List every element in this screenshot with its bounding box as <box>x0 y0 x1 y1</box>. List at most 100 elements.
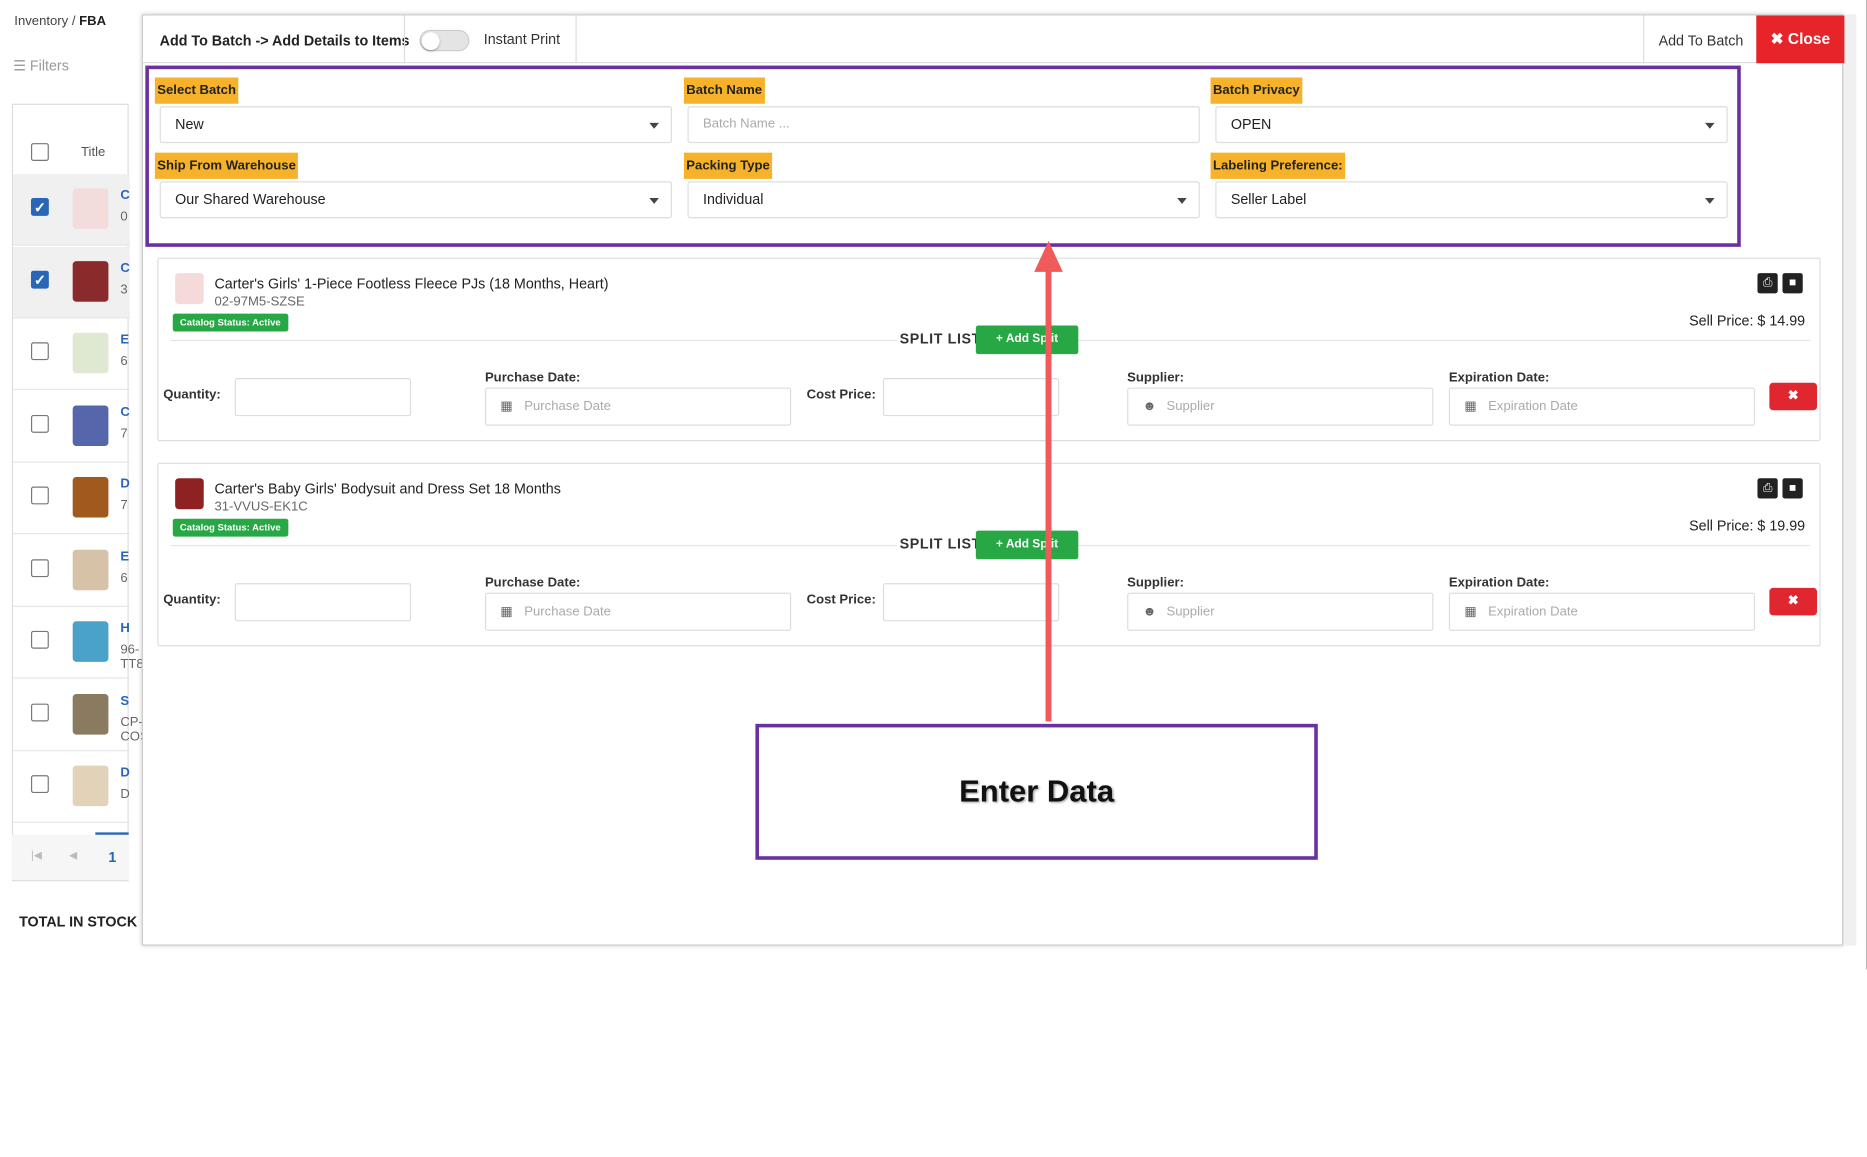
remove-split-button[interactable]: ✖ <box>1769 382 1818 411</box>
row-title[interactable]: C <box>120 188 129 202</box>
split-list-label: SPLIT LIST <box>897 330 984 348</box>
trash-icon[interactable]: ■ <box>1782 273 1803 294</box>
item-thumbnail <box>175 273 204 305</box>
remove-split-button[interactable]: ✖ <box>1769 587 1818 616</box>
expiration-date-label: Expiration Date: <box>1448 575 1550 591</box>
annotation-box: Enter Data <box>755 723 1318 860</box>
modal-scrollbar[interactable] <box>1844 14 1857 946</box>
table-row[interactable]: ✓ C 3 <box>13 246 130 318</box>
header-divider <box>1643 15 1645 64</box>
batch-name-input[interactable]: Batch Name ... <box>687 106 1200 144</box>
purchase-date-label: Purchase Date: <box>484 575 581 591</box>
trash-icon[interactable]: ■ <box>1782 478 1803 499</box>
row-checkbox[interactable] <box>30 486 49 505</box>
purchase-date-placeholder: Purchase Date <box>524 604 611 619</box>
row-sku: 7 <box>120 426 128 441</box>
close-icon: ✖ <box>1770 29 1784 48</box>
row-checkbox[interactable]: ✓ <box>30 270 49 288</box>
table-row[interactable]: D7 <box>13 463 130 535</box>
add-to-batch-button[interactable]: Add To Batch <box>1659 32 1744 49</box>
quantity-input[interactable] <box>234 583 412 622</box>
row-checkbox[interactable] <box>30 702 49 721</box>
select-batch-dropdown[interactable]: New <box>159 106 673 144</box>
expiration-date-input[interactable]: ▦ Expiration Date <box>1448 592 1756 631</box>
row-title[interactable]: C <box>120 405 129 419</box>
row-checkbox[interactable]: ✓ <box>30 197 49 216</box>
row-title[interactable]: H <box>120 621 129 635</box>
product-thumbnail <box>72 477 109 518</box>
item-card: Carter's Baby Girls' Bodysuit and Dress … <box>157 462 1821 647</box>
close-label: Close <box>1787 29 1831 48</box>
product-thumbnail <box>72 693 109 734</box>
table-row[interactable]: E6 <box>13 535 130 607</box>
supplier-input[interactable]: ☻ Supplier <box>1127 387 1434 426</box>
row-title[interactable]: S <box>120 693 129 707</box>
row-checkbox[interactable] <box>30 775 49 794</box>
close-button[interactable]: ✖ Close <box>1756 15 1845 64</box>
quantity-label: Quantity: <box>163 592 221 607</box>
ship-from-dropdown[interactable]: Our Shared Warehouse <box>159 181 673 219</box>
item-title: Carter's Baby Girls' Bodysuit and Dress … <box>214 480 561 498</box>
product-thumbnail <box>72 332 109 374</box>
batch-privacy-dropdown[interactable]: OPEN <box>1215 106 1728 144</box>
table-row[interactable]: DD <box>13 751 130 823</box>
filters-label: Filters <box>29 57 69 74</box>
labeling-preference-label: Labeling Preference: <box>1210 152 1345 179</box>
packing-type-value: Individual <box>702 190 764 208</box>
purchase-date-input[interactable]: ▦ Purchase Date <box>484 387 792 426</box>
annotation-text: Enter Data <box>959 772 1115 809</box>
supplier-input[interactable]: ☻ Supplier <box>1127 592 1434 631</box>
close-icon: ✖ <box>1787 388 1799 404</box>
table-row[interactable]: H 96-TT8X- <box>13 607 157 679</box>
select-all-checkbox[interactable] <box>30 143 49 161</box>
breadcrumb-parent[interactable]: Inventory <box>14 14 68 28</box>
chevron-down-icon <box>649 197 659 204</box>
quantity-input[interactable] <box>234 378 412 417</box>
expiration-date-input[interactable]: ▦ Expiration Date <box>1448 387 1756 426</box>
table-row[interactable]: ✓ C 0 <box>13 174 130 246</box>
menu-icon: ☰ <box>13 57 26 74</box>
row-title[interactable]: D <box>120 477 129 491</box>
instant-print-toggle[interactable] <box>419 29 470 52</box>
chevron-down-icon <box>1705 197 1715 204</box>
purchase-date-placeholder: Purchase Date <box>524 399 611 414</box>
item-card: Carter's Girls' 1-Piece Footless Fleece … <box>157 257 1821 442</box>
batch-privacy-value: OPEN <box>1230 115 1272 133</box>
calendar-icon: ▦ <box>1464 604 1477 619</box>
row-checkbox[interactable] <box>30 342 49 361</box>
product-thumbnail <box>72 549 109 590</box>
row-title[interactable]: E <box>120 333 129 347</box>
row-sku: D <box>120 787 130 802</box>
row-checkbox[interactable] <box>30 630 49 649</box>
supplier-placeholder: Supplier <box>1166 604 1215 619</box>
packing-type-dropdown[interactable]: Individual <box>687 181 1200 219</box>
page-number[interactable]: 1 <box>108 849 116 866</box>
purchase-date-input[interactable]: ▦ Purchase Date <box>484 592 792 631</box>
print-icon[interactable]: ⎙ <box>1757 478 1778 499</box>
split-list-label: SPLIT LIST <box>897 535 984 553</box>
row-title[interactable]: E <box>120 549 129 563</box>
first-page-icon[interactable]: |◀ <box>31 849 42 862</box>
item-thumbnail <box>175 478 204 510</box>
cost-price-label: Cost Price: <box>806 387 876 402</box>
prev-page-icon[interactable]: ◀ <box>69 849 77 862</box>
annotation-arrow <box>1034 240 1063 722</box>
row-title[interactable]: C <box>120 261 129 275</box>
chevron-down-icon <box>649 122 659 129</box>
calendar-icon: ▦ <box>500 399 513 414</box>
print-icon[interactable]: ⎙ <box>1757 273 1778 294</box>
labeling-preference-dropdown[interactable]: Seller Label <box>1215 181 1728 219</box>
ship-from-value: Our Shared Warehouse <box>175 190 326 208</box>
row-title[interactable]: D <box>120 766 129 780</box>
expiration-date-label: Expiration Date: <box>1448 370 1550 386</box>
row-checkbox[interactable] <box>30 414 49 433</box>
filters-button[interactable]: ☰ Filters <box>13 57 69 74</box>
item-sku: 02-97M5-SZSE <box>214 294 305 309</box>
table-row[interactable]: C7 <box>13 391 130 463</box>
table-row[interactable]: S CP-COSE <box>13 679 158 751</box>
row-checkbox[interactable] <box>30 558 49 577</box>
product-thumbnail <box>72 765 109 807</box>
table-row[interactable]: E6 <box>13 318 130 390</box>
active-page-indicator <box>95 832 129 835</box>
select-batch-label: Select Batch <box>154 77 239 104</box>
